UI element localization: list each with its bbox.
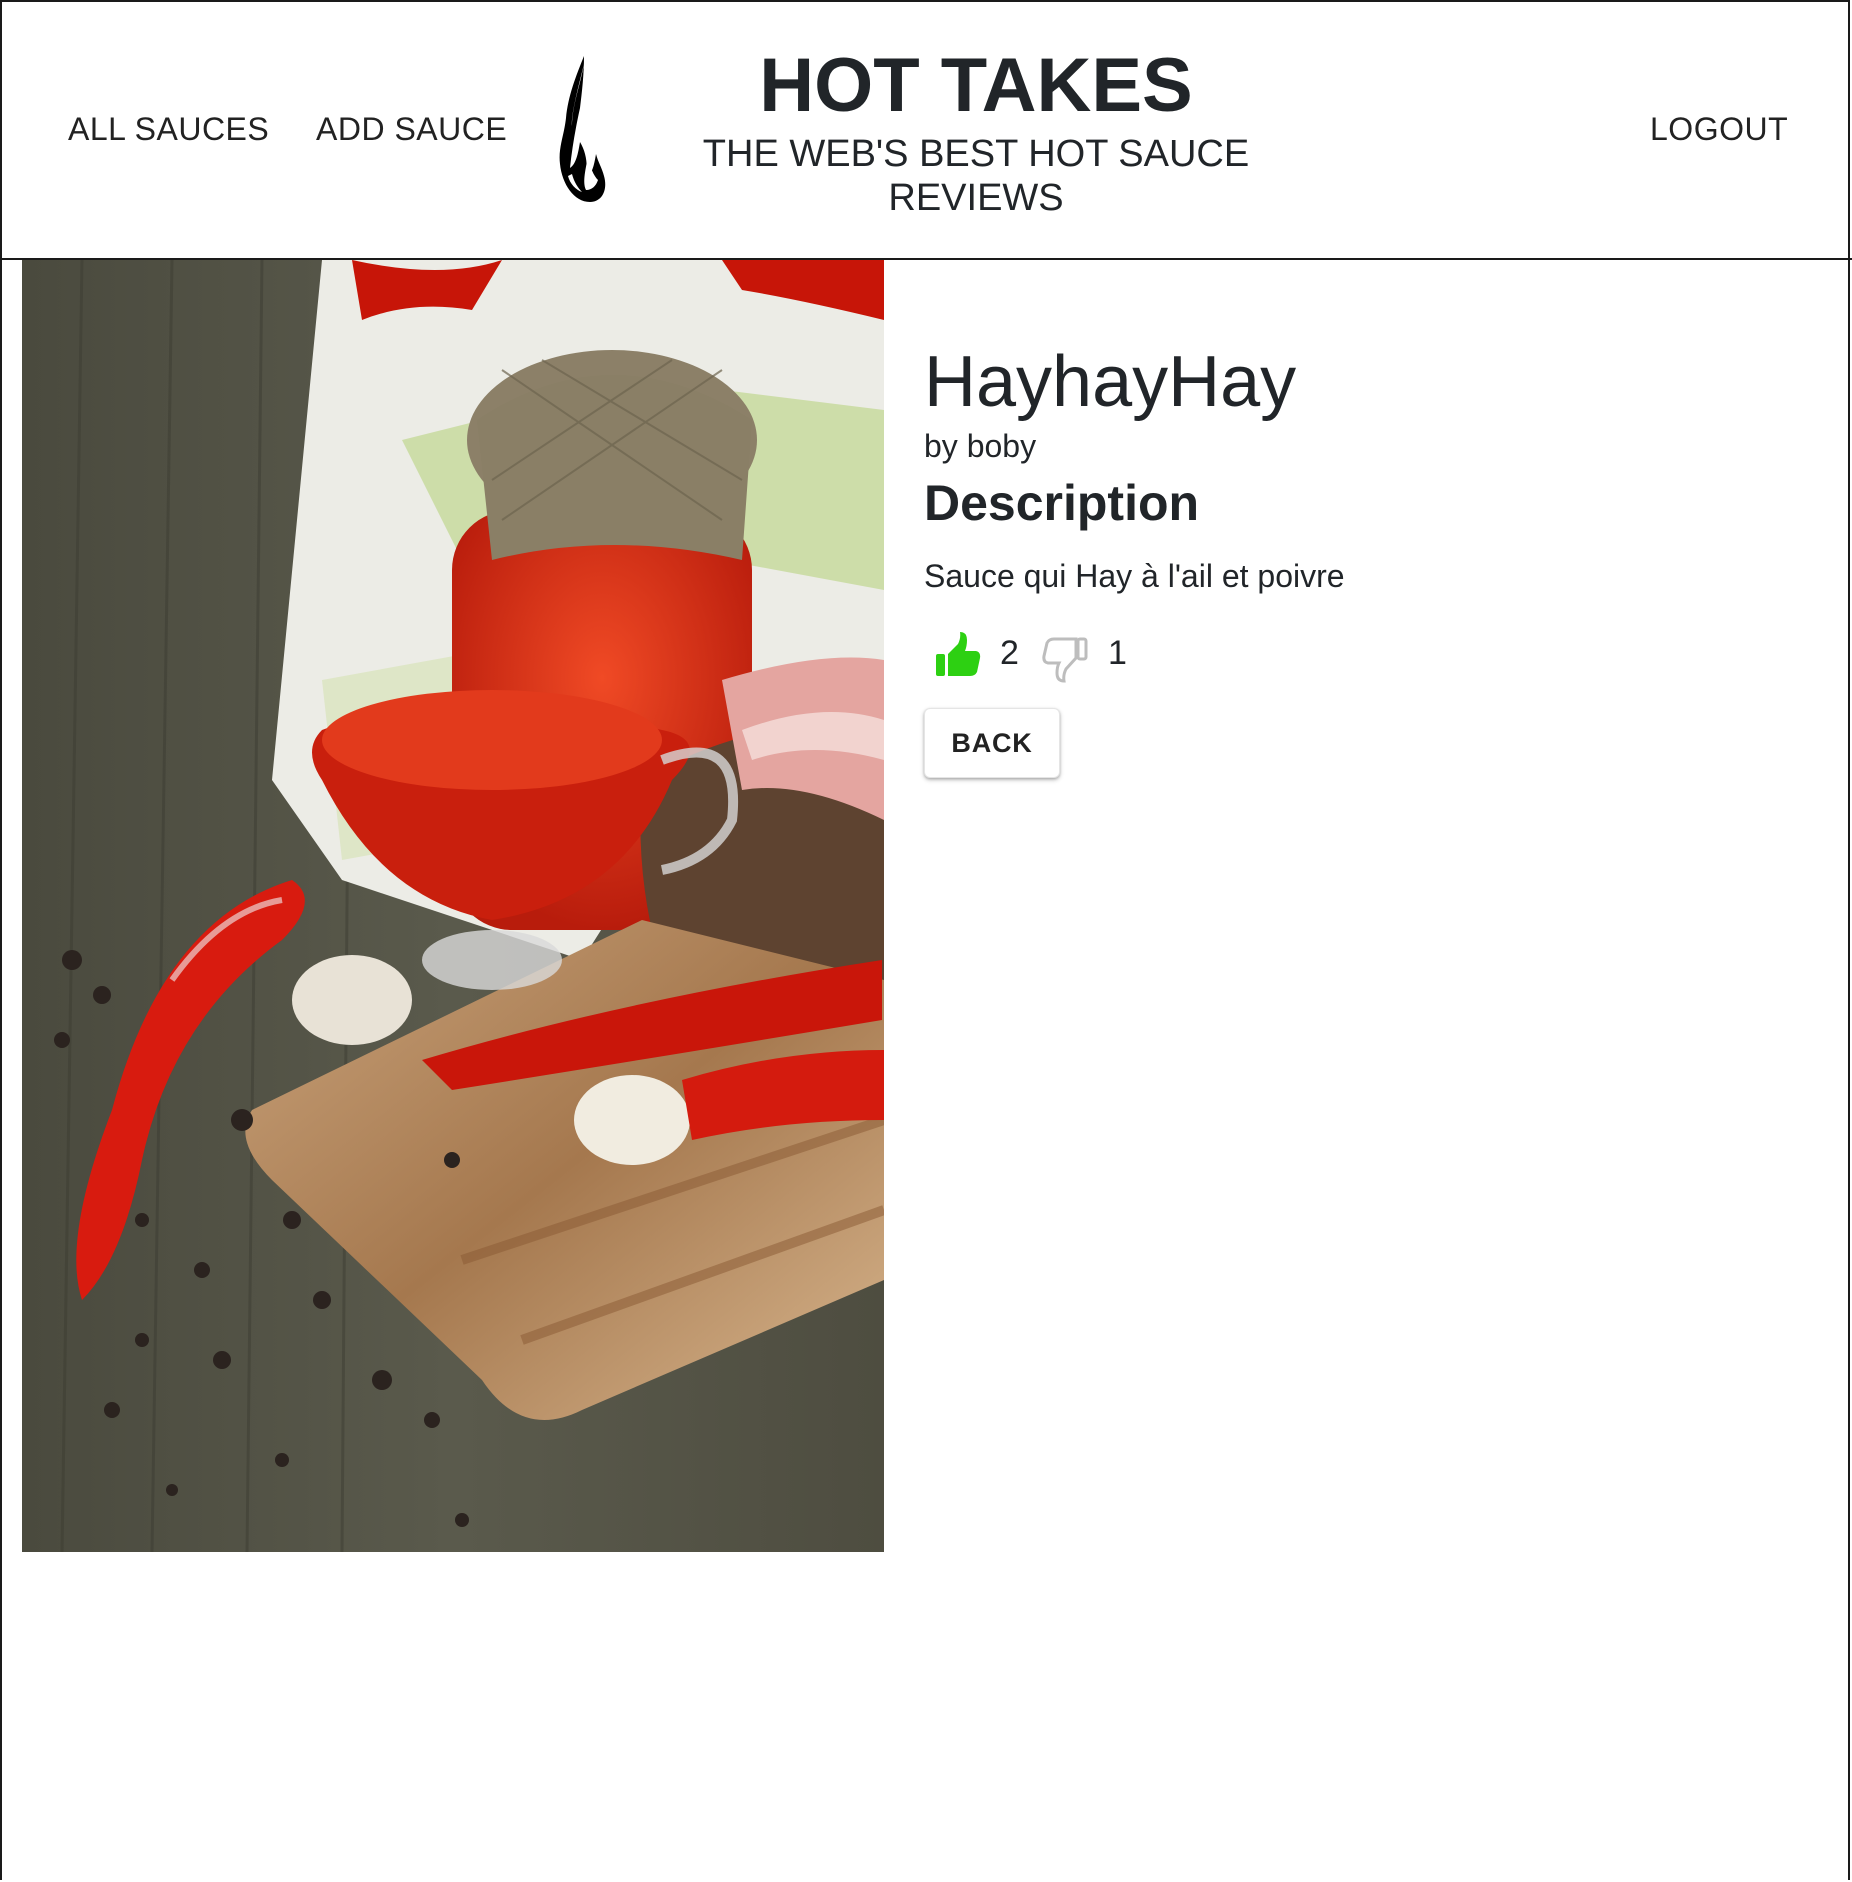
description-text: Sauce qui Hay à l'ail et poivre xyxy=(924,558,1345,594)
logout-link[interactable]: LOGOUT xyxy=(1650,110,1788,148)
sauce-photo xyxy=(22,260,884,1552)
back-button[interactable]: BACK xyxy=(924,708,1060,778)
thumbs-down-icon[interactable] xyxy=(1042,636,1088,684)
thumbs-up-icon[interactable] xyxy=(934,630,982,678)
sauce-photo-image xyxy=(22,260,884,1552)
site-title: HOT TAKES xyxy=(759,43,1193,128)
site-subtitle-line2: REVIEWS xyxy=(888,177,1064,219)
site-header: ALL SAUCES ADD SAUCE HOT TAKES THE WEB'S… xyxy=(0,0,1852,260)
votes: 2 1 xyxy=(924,628,1804,688)
nav-all-sauces[interactable]: ALL SAUCES xyxy=(68,110,269,148)
brand: HOT TAKES THE WEB'S BEST HOT SAUCE REVIE… xyxy=(700,46,1252,220)
flame-icon xyxy=(559,56,606,202)
description-heading: Description xyxy=(924,475,1200,531)
nav-add-sauce[interactable]: ADD SAUCE xyxy=(316,110,507,148)
sauce-name: HayhayHay xyxy=(924,342,1297,422)
sauce-details: HayhayHay by boby Description Sauce qui … xyxy=(924,340,1804,688)
site-subtitle-line1: THE WEB'S BEST HOT SAUCE xyxy=(702,133,1250,175)
dislike-count: 1 xyxy=(1108,634,1127,672)
like-count: 2 xyxy=(1000,634,1019,672)
sauce-author: by boby xyxy=(924,428,1037,464)
